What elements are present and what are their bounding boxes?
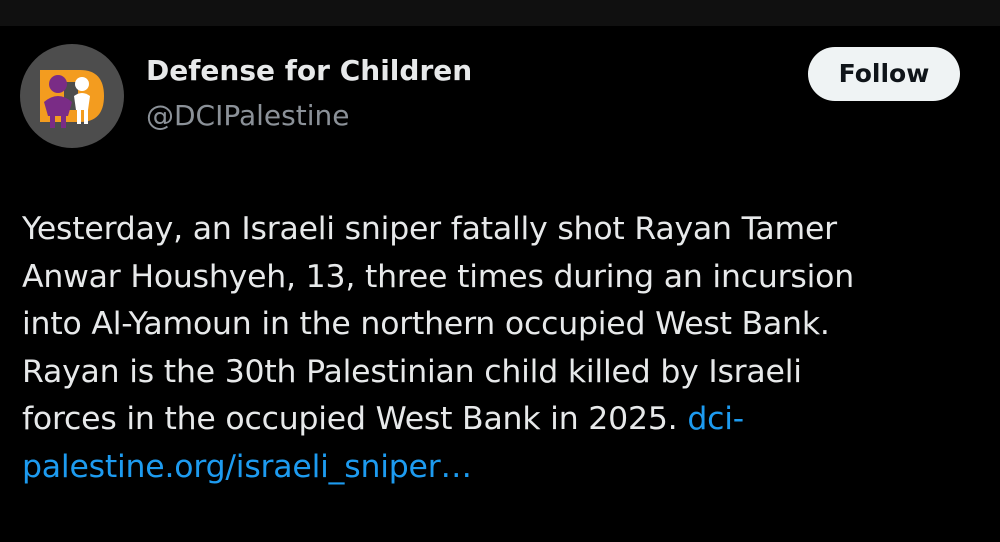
article-link[interactable]: dci- xyxy=(687,401,744,437)
tweet-line: Rayan is the 30th Palestinian child kill… xyxy=(22,353,802,390)
follow-button[interactable]: Follow xyxy=(808,47,960,101)
tweet-line: Yesterday, an Israeli sniper fatally sho… xyxy=(22,211,837,247)
tweet-text: Yesterday, an Israeli sniper fatally sho… xyxy=(22,206,982,491)
dci-logo-icon xyxy=(40,70,104,128)
tweet-line-with-link: forces in the occupied West Bank in 2025… xyxy=(22,396,982,444)
link-line: palestine.org/israeli_sniper… xyxy=(22,444,982,492)
avatar[interactable] xyxy=(20,44,124,148)
tweet-line: Anwar Houshyeh, 13, three times during a… xyxy=(22,258,854,295)
article-link-continued[interactable]: palestine.org/israeli_sniper… xyxy=(22,449,472,485)
tweet-line: into Al-Yamoun in the northern occupied … xyxy=(22,306,830,342)
tweet-line: forces in the occupied West Bank in 2025… xyxy=(22,401,688,437)
display-name[interactable]: Defense for Children xyxy=(146,53,472,89)
top-bar xyxy=(0,0,1000,26)
user-handle[interactable]: @DCIPalestine xyxy=(146,98,349,134)
